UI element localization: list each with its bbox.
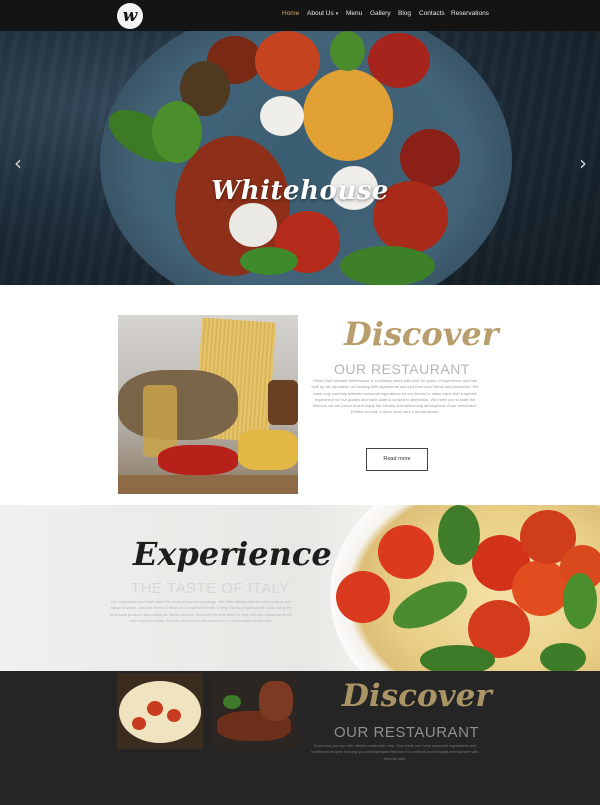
nav-item-reservations[interactable]: Reservations [451,10,489,17]
red-peppers [158,445,238,475]
chevron-left-icon[interactable]: ‹ [14,151,22,175]
read-more-button[interactable]: Read more [366,448,428,471]
discover-dark-section [0,671,600,805]
tomato [167,709,181,722]
hero-slider: Whitehouse ‹ › [0,31,600,285]
steak [259,681,293,721]
yellow-tomato-slice [303,69,393,161]
mozzarella-ball [229,203,277,247]
discover-dark-subtitle: OUR RESTAURANT [334,724,480,741]
tomato [147,701,163,716]
tomato-slice [255,31,320,91]
experience-title: Experience [133,535,332,573]
basil-leaf [240,247,298,275]
basil-leaf [438,505,480,565]
chevron-right-icon[interactable]: › [579,151,587,175]
experience-section [0,505,600,671]
top-navbar: w Home About Us ▾ Menu Gallery Blog Conta… [0,0,600,31]
burlap-sack [118,370,238,440]
cherry-tomato [336,571,390,623]
nav-item-gallery[interactable]: Gallery [370,10,391,17]
basil-leaf [420,645,495,671]
discover-section [0,285,600,505]
pasta-shapes [238,430,298,470]
discover-subtitle: OUR RESTAURANT [334,361,470,377]
nav-item-menu[interactable]: Menu [346,10,362,17]
basil-leaf [340,246,435,285]
nav-item-label: About Us [307,10,334,17]
experience-body: Our restaurant and chef make the most of… [110,599,292,623]
jar [268,380,298,425]
discover-body: Head Chef Michael Whitehouse is a culina… [311,378,479,415]
mozzarella-ball [260,96,304,136]
basil-leaf [540,643,586,671]
discover-dark-title: Discover [342,678,492,714]
chevron-down-icon: ▾ [335,11,339,17]
basil-leaf [563,573,597,629]
experience-subtitle: THE TASTE OF ITALY [131,580,290,597]
cherry-tomato [378,525,434,579]
wooden-board [118,475,298,494]
discover-title: Discover [344,315,499,353]
nav-item-home[interactable]: Home [282,10,299,17]
site-logo[interactable]: w [117,3,143,29]
pasta-ingredients-image [118,315,298,494]
discover-dark-body: A culinary journey with dishes made with… [311,743,479,761]
basil-leaf [330,31,365,71]
basil-leaf [152,101,202,163]
nav-item-about-us[interactable]: About Us ▾ [307,10,338,17]
pasta-dish-thumbnail[interactable] [117,673,203,749]
steak-dish-thumbnail[interactable] [211,673,297,749]
hero-title: Whitehouse [211,176,389,206]
herb [223,695,241,709]
nav-item-contacts[interactable]: Contacts [419,10,445,17]
tomato [132,717,146,730]
nav-item-blog[interactable]: Blog [398,10,411,17]
